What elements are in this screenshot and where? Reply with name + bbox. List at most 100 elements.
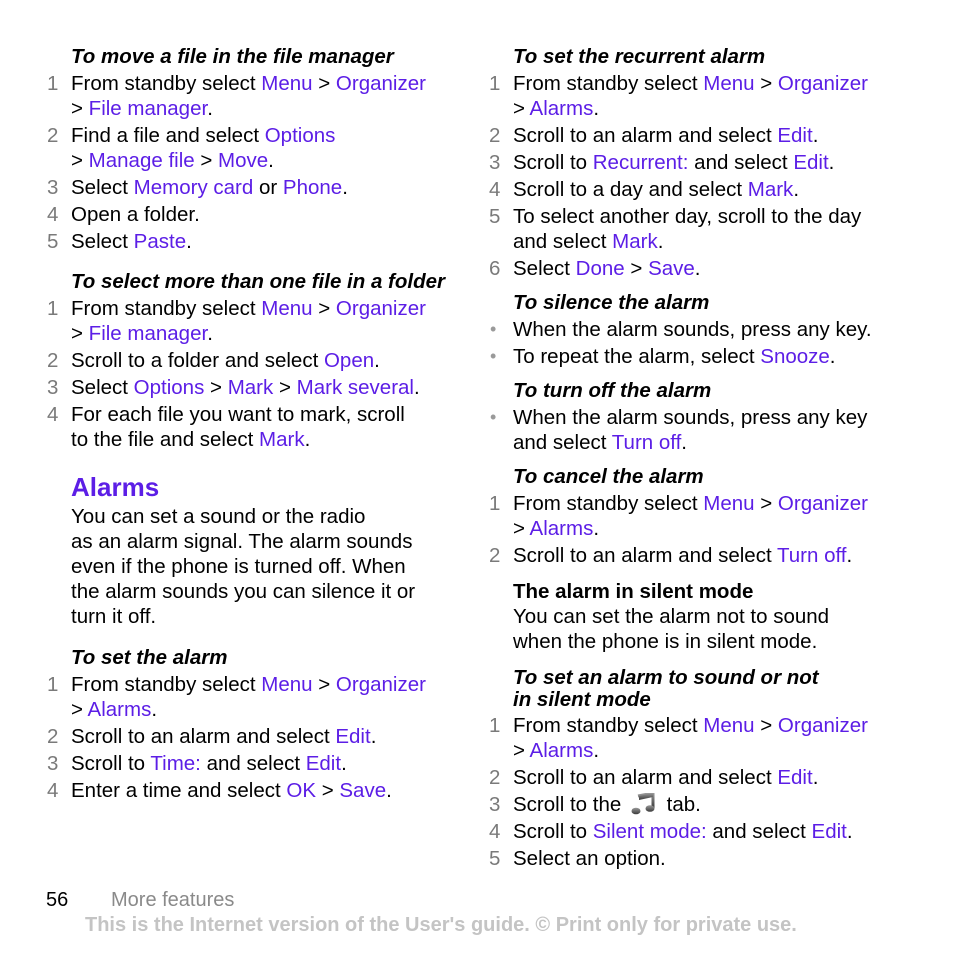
- text-line: You can set a sound or the radio: [71, 505, 366, 528]
- section-heading: To turn off the alarm: [513, 379, 712, 402]
- step-item: 3 Scroll to Time: and select Edit.: [44, 751, 464, 776]
- step-text: .: [207, 97, 213, 120]
- step-item: 5 Select an option.: [486, 846, 906, 871]
- alarms-title: Alarms: [71, 472, 160, 502]
- step-text: Scroll to: [71, 752, 151, 775]
- menu-path-link: Alarms: [529, 739, 594, 762]
- section-set-alarm: To set the alarm 1 From standby select Me…: [44, 645, 464, 803]
- step-item: 4 Scroll to Silent mode: and select Edit.: [486, 819, 906, 844]
- step-text: and select: [513, 431, 612, 454]
- step-text: .: [268, 149, 274, 172]
- steps-list: 1 From standby select Menu > Organizer > A…: [486, 71, 906, 281]
- page-number: 56: [46, 889, 69, 911]
- step-item: 2 Scroll to an alarm and select Edit.: [486, 123, 906, 148]
- step-item: 1 From standby select Menu > Organizer > A…: [486, 491, 906, 541]
- steps-list: 1 From standby select Menu > Organizer > A…: [44, 672, 464, 803]
- step-text: .: [186, 230, 192, 253]
- step-text: >: [71, 97, 89, 120]
- footer-section: More features: [111, 889, 235, 911]
- step-text: Enter a time and select: [71, 779, 287, 802]
- step-number: 1: [489, 72, 501, 95]
- step-number: 4: [47, 203, 59, 226]
- step-text: Scroll to an alarm and select: [71, 725, 336, 748]
- step-text: .: [593, 517, 600, 540]
- step-text: For each file you want to mark, scroll: [71, 403, 405, 426]
- step-item: 2 Scroll to a folder and select Open.: [44, 348, 464, 373]
- right-column: To set the recurrent alarm 1 From standby…: [486, 44, 906, 871]
- step-item: 3 Scroll to the tab.: [486, 791, 906, 817]
- menu-path-link: Mark: [227, 376, 274, 399]
- step-text: .: [374, 349, 380, 372]
- step-text: .: [341, 752, 347, 775]
- bullet-item: • To repeat the alarm, select Snooze.: [486, 344, 906, 369]
- bullet-dot-icon: •: [490, 346, 497, 366]
- left-column: To move a file in the file manager 1 From…: [44, 44, 464, 803]
- step-text: >: [754, 72, 778, 95]
- step-text: >: [312, 72, 336, 95]
- section-silent-set: To set an alarm to sound or not in silent…: [486, 667, 906, 871]
- step-text: .: [846, 544, 853, 567]
- step-text: When the alarm sounds, press any key.: [513, 318, 872, 341]
- menu-path-link: Mark several: [296, 376, 414, 399]
- step-text: >: [312, 673, 336, 696]
- step-number: 1: [489, 714, 501, 737]
- step-text: To select another day, scroll to the day: [513, 205, 862, 228]
- menu-path-link: Menu: [703, 72, 755, 95]
- section-move-file: To move a file in the file manager 1 From…: [44, 44, 464, 254]
- menu-path-link: Manage file: [88, 149, 195, 172]
- alarms-intro: You can set a sound or the radio as an al…: [71, 504, 464, 629]
- step-text: From standby select: [71, 673, 262, 696]
- bullet-list: • When the alarm sounds, press any key. • T…: [486, 317, 906, 369]
- step-text: .: [694, 257, 701, 280]
- section-heading: To cancel the alarm: [513, 465, 704, 488]
- section-heading: To select more than one file in a folder: [71, 270, 446, 293]
- step-item: 4 Open a folder.: [44, 202, 464, 227]
- step-number: 2: [489, 544, 501, 567]
- step-item: 2 Find a file and select Options > Manage …: [44, 123, 464, 173]
- step-text: and select: [706, 820, 812, 843]
- section-heading: To set the alarm: [71, 646, 228, 669]
- step-text: Scroll to a folder and select: [71, 349, 324, 372]
- menu-path-link: File manager: [88, 322, 208, 345]
- step-text: Find a file and select: [71, 124, 265, 147]
- text-line: in silent mode: [513, 688, 651, 711]
- menu-path-link: Organizer: [777, 714, 868, 737]
- step-text: .: [207, 322, 213, 345]
- step-text: >: [754, 714, 778, 737]
- steps-list: 1 From standby select Menu > Organizer > A…: [486, 713, 906, 871]
- menu-path-link: Alarms: [529, 97, 594, 120]
- step-text: .: [846, 820, 853, 843]
- step-text: From standby select: [71, 297, 262, 320]
- step-number: 1: [47, 673, 59, 696]
- menu-path-link: Options: [133, 376, 205, 399]
- menu-path-link: Done: [575, 257, 625, 280]
- menu-path-link: Organizer: [335, 297, 426, 320]
- step-text: >: [273, 376, 297, 399]
- step-text: .: [370, 725, 377, 748]
- menu-path-link: Organizer: [335, 72, 426, 95]
- section-heading: To set an alarm to sound or not in silent…: [513, 667, 906, 711]
- bullet-dot-icon: •: [490, 319, 497, 339]
- step-number: 1: [47, 297, 59, 320]
- menu-path-link: Edit: [811, 820, 847, 843]
- step-item: 1 From standby select Menu > Organizer > A…: [486, 713, 906, 763]
- menu-path-link: Save: [648, 257, 695, 280]
- menu-path-link: Mark: [612, 230, 658, 253]
- step-text: Select: [71, 230, 134, 253]
- step-item: 1 From standby select Menu > Organizer > F…: [44, 71, 464, 121]
- music-note-icon: [631, 791, 657, 815]
- step-text: To repeat the alarm, select: [513, 345, 761, 368]
- step-text: Scroll to: [513, 820, 593, 843]
- text-line: To set an alarm to sound or not: [513, 666, 819, 689]
- menu-path-link: Recurrent:: [592, 151, 689, 174]
- step-text: .: [386, 779, 392, 802]
- menu-path-link: Menu: [261, 297, 313, 320]
- menu-path-link: Move: [218, 149, 269, 172]
- text-line: You can set the alarm not to sound: [513, 605, 830, 628]
- step-item: 3 Scroll to Recurrent: and select Edit.: [486, 150, 906, 175]
- step-text: >: [624, 257, 649, 280]
- menu-path-link: Time:: [150, 752, 201, 775]
- footer-notice: This is the Internet version of the User…: [85, 914, 797, 936]
- menu-path-link: Menu: [261, 673, 313, 696]
- step-text: From standby select: [513, 492, 704, 515]
